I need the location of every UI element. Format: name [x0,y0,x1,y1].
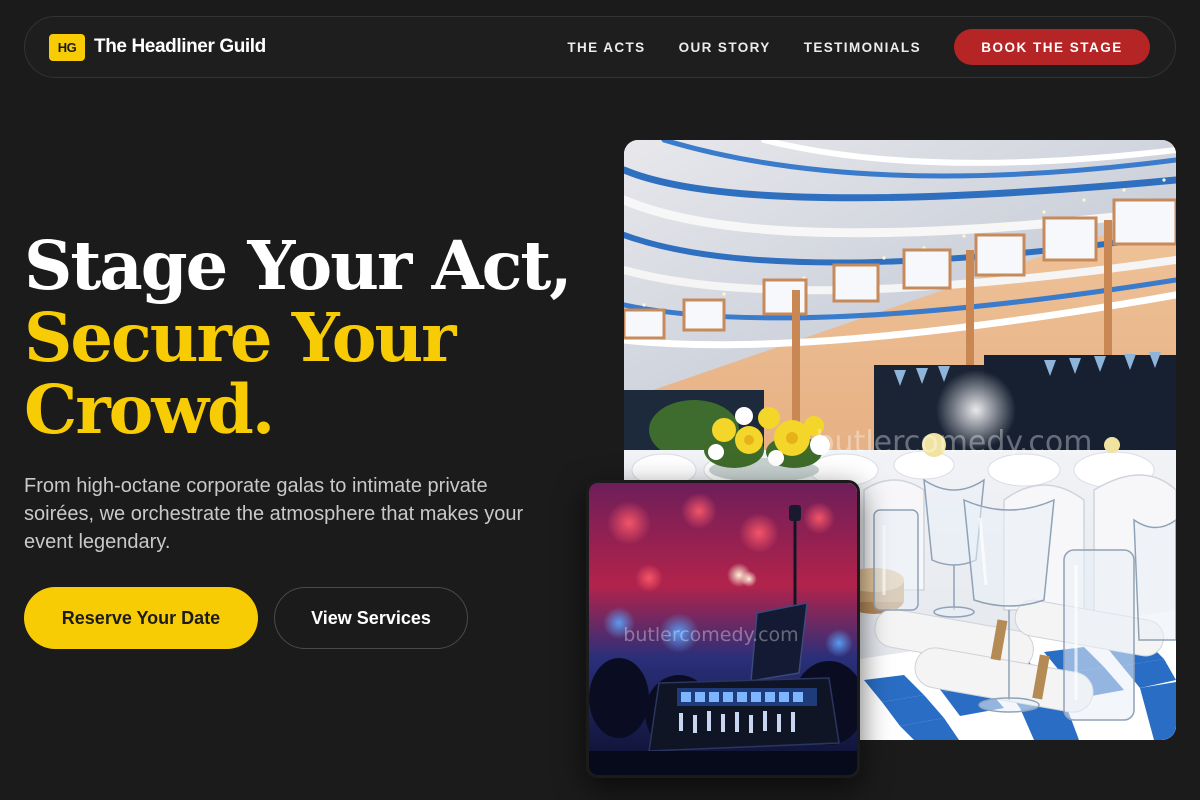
reserve-your-date-button[interactable]: Reserve Your Date [24,587,258,649]
nav-menu: THE ACTS OUR STORY TESTIMONIALS BOOK THE… [567,29,1150,65]
main-photo-watermark: butlercomedy.com [816,425,1093,460]
top-navbar: HG The Headliner Guild THE ACTS OUR STOR… [24,16,1176,78]
headline-line-1: Stage Your Act, [24,226,573,305]
brand[interactable]: HG The Headliner Guild [49,33,266,61]
book-the-stage-button[interactable]: BOOK THE STAGE [954,29,1150,65]
mixing-desk-photo: butlercomedy.com [586,480,860,778]
nav-link-testimonials[interactable]: TESTIMONIALS [804,40,921,55]
headline-line-2: Secure Your [24,298,456,377]
inset-photo-watermark: butlercomedy.com [623,624,798,646]
hero-headline: Stage Your Act, Secure Your Crowd. [24,226,573,449]
brand-name: The Headliner Guild [94,36,266,57]
nav-link-the-acts[interactable]: THE ACTS [567,40,645,55]
view-services-button[interactable]: View Services [274,587,468,649]
headline-line-3: Crowd. [24,370,275,449]
nav-link-our-story[interactable]: OUR STORY [679,40,771,55]
logo-badge: HG [49,33,85,61]
hero-subtext: From high-octane corporate galas to inti… [24,475,524,553]
